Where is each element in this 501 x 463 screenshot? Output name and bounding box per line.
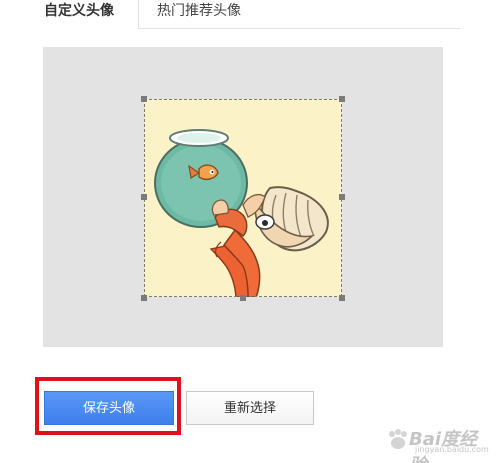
crop-handle-bottom[interactable] [240, 295, 246, 301]
crop-handle-bottom-right[interactable] [339, 295, 345, 301]
crop-handle-right[interactable] [339, 194, 345, 200]
crop-area [43, 47, 443, 347]
baidu-watermark: Bai度经验 jingyan.baidu.com [385, 423, 495, 463]
crop-handle-top-right[interactable] [339, 96, 345, 102]
crop-selection-box[interactable] [144, 99, 342, 297]
avatar-editor: 自定义头像 热门推荐头像 保存头像 重新选择 Bai度经 jingyan.bai… [0, 0, 501, 463]
crop-handle-left[interactable] [141, 194, 147, 200]
watermark-url: jingyan.baidu.com [415, 445, 489, 454]
tab-recommended-avatars-label: 热门推荐头像 [157, 3, 241, 19]
tab-bar: 自定义头像 热门推荐头像 [0, 0, 460, 29]
paw-icon [389, 429, 407, 449]
crop-handle-bottom-left[interactable] [141, 295, 147, 301]
crop-handle-top-left[interactable] [141, 96, 147, 102]
tab-recommended-avatars[interactable]: 热门推荐头像 [139, 0, 460, 28]
watermark-text: Bai度经验 [409, 429, 478, 463]
save-avatar-button[interactable]: 保存头像 [44, 391, 174, 425]
tab-custom-avatar-label: 自定义头像 [44, 3, 114, 19]
reselect-button[interactable]: 重新选择 [186, 391, 314, 425]
tab-custom-avatar[interactable]: 自定义头像 [0, 0, 139, 29]
